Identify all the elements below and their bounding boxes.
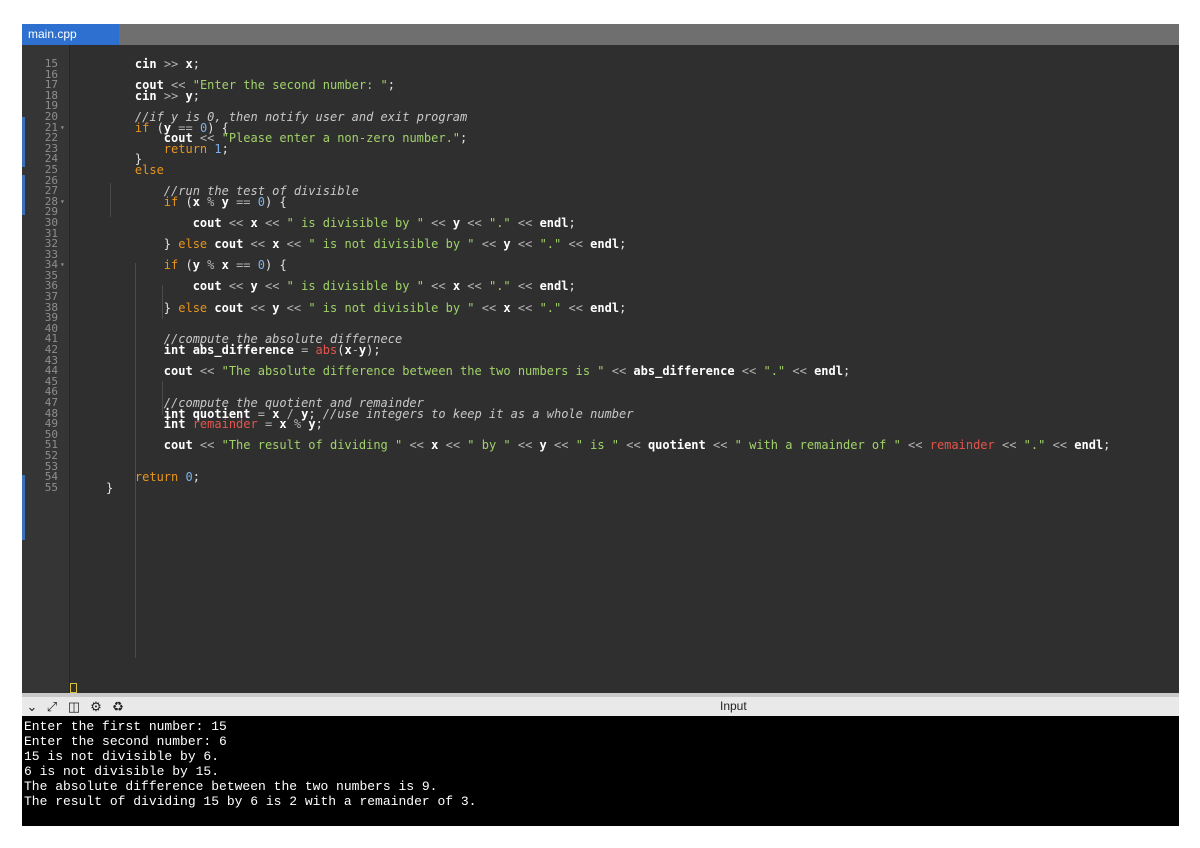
code-line[interactable]: 24 } bbox=[22, 153, 1179, 165]
code-line[interactable]: 49 int remainder = x % y; bbox=[22, 418, 1179, 430]
code-line[interactable]: 38 } else cout << y << " is not divisibl… bbox=[22, 302, 1179, 314]
code-token: } bbox=[106, 480, 114, 495]
code-text: cout << "The result of dividing " << x <… bbox=[106, 439, 1111, 451]
ide-window: main.cpp 15 cin >> x; 16 17 cout << "Ente… bbox=[22, 24, 1179, 826]
console-line: Enter the first number: 15 bbox=[24, 719, 227, 734]
code-line[interactable]: 23 return 1; bbox=[22, 143, 1179, 155]
code-line[interactable]: 52 bbox=[22, 450, 1179, 462]
code-line[interactable]: 39 bbox=[22, 312, 1179, 324]
code-line[interactable]: 15 cin >> x; bbox=[22, 58, 1179, 70]
console-output: Enter the first number: 15 Enter the seco… bbox=[22, 716, 1179, 826]
code-editor[interactable]: 15 cin >> x; 16 17 cout << "Enter the sec… bbox=[22, 45, 1179, 693]
code-text: return 0; bbox=[106, 471, 200, 483]
code-text: cout << "The absolute difference between… bbox=[106, 365, 850, 377]
console-line: The absolute difference between the two … bbox=[24, 779, 438, 794]
code-line[interactable]: 44 cout << "The absolute difference betw… bbox=[22, 365, 1179, 377]
tab-bar: main.cpp bbox=[22, 24, 1179, 45]
console-line: 15 is not divisible by 6. bbox=[24, 749, 220, 764]
code-text: cin >> x; bbox=[106, 58, 207, 70]
code-line[interactable]: 30 cout << x << " is divisible by " << y… bbox=[22, 217, 1179, 229]
code-line[interactable]: 28 ▾ if (x % y == 0) { bbox=[22, 196, 1179, 208]
code-text: } else cout << x << " is not divisible b… bbox=[106, 238, 627, 250]
code-text: else bbox=[106, 164, 164, 176]
code-line[interactable]: 51 cout << "The result of dividing " << … bbox=[22, 439, 1179, 451]
code-line[interactable]: 42 int abs_difference = abs(x-y); bbox=[22, 344, 1179, 356]
code-line[interactable]: 36 cout << y << " is divisible by " << x… bbox=[22, 280, 1179, 292]
code-text: int remainder = x % y; bbox=[106, 418, 323, 430]
bracket-match-highlight bbox=[70, 683, 77, 693]
code-text: int abs_difference = abs(x-y); bbox=[106, 344, 381, 356]
fold-toggle-icon[interactable]: ▾ bbox=[60, 123, 65, 134]
console-line: 6 is not divisible by 15. bbox=[24, 764, 220, 779]
code-lines: 15 cin >> x; 16 17 cout << "Enter the sec… bbox=[22, 58, 1179, 495]
code-text: } bbox=[106, 480, 114, 495]
input-label[interactable]: Input bbox=[720, 699, 747, 713]
code-text: cout << y << " is divisible by " << x <<… bbox=[106, 280, 576, 292]
code-line[interactable]: 25 else bbox=[22, 164, 1179, 176]
console-line: Enter the second number: 6 bbox=[24, 734, 227, 749]
code-text: if (y % x == 0) { bbox=[106, 259, 287, 271]
expand-icon[interactable]: ⤢ bbox=[44, 699, 60, 715]
gear-icon[interactable]: ⚙ bbox=[88, 699, 104, 715]
code-line[interactable]: 34 ▾ if (y % x == 0) { bbox=[22, 259, 1179, 271]
code-line[interactable]: 55} bbox=[22, 480, 1179, 495]
code-text: cin >> y; bbox=[106, 90, 200, 102]
code-text: if (x % y == 0) { bbox=[106, 196, 287, 208]
line-number: 55 bbox=[44, 480, 58, 494]
code-line[interactable]: 54 return 0; bbox=[22, 471, 1179, 483]
code-line[interactable]: 45 bbox=[22, 376, 1179, 388]
fold-toggle-icon[interactable]: ▾ bbox=[60, 260, 65, 271]
code-text: cout << x << " is divisible by " << y <<… bbox=[106, 217, 576, 229]
chevron-down-icon[interactable]: ⌄ bbox=[24, 699, 40, 715]
console-line: The result of dividing 15 by 6 is 2 with… bbox=[24, 794, 477, 809]
split-panel-icon[interactable]: ◫ bbox=[66, 699, 82, 715]
clear-icon[interactable]: ♻ bbox=[110, 699, 126, 715]
tab-main-cpp[interactable]: main.cpp bbox=[22, 24, 119, 45]
console-toolbar: ⌄ ⤢ ◫ ⚙ ♻ Input bbox=[22, 693, 1179, 716]
code-line[interactable]: 32 } else cout << x << " is not divisibl… bbox=[22, 238, 1179, 250]
code-text: } else cout << y << " is not divisible b… bbox=[106, 302, 627, 314]
code-line[interactable]: 18 cin >> y; bbox=[22, 90, 1179, 102]
fold-toggle-icon[interactable]: ▾ bbox=[60, 197, 65, 208]
